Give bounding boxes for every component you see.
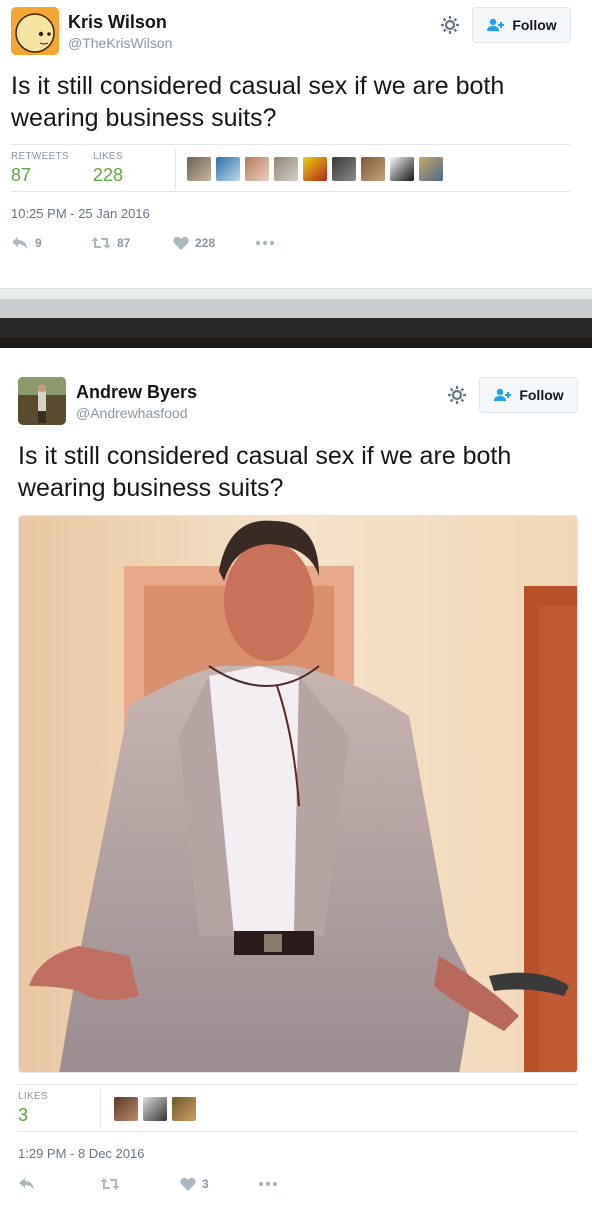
gear-icon[interactable] xyxy=(440,15,460,35)
follow-button[interactable]: Follow xyxy=(472,7,571,43)
username[interactable]: @Andrewhasfood xyxy=(76,405,188,421)
reply-button[interactable]: 9 xyxy=(11,236,91,250)
retweet-icon xyxy=(100,1178,120,1190)
like-button[interactable]: 3 xyxy=(180,1177,258,1191)
follow-label: Follow xyxy=(519,387,564,403)
likes-value: 228 xyxy=(93,165,124,185)
retweet-button[interactable]: 87 xyxy=(91,236,173,250)
seam-dark-band-bottom xyxy=(0,338,592,348)
liker-avatar[interactable] xyxy=(361,157,385,181)
tweet-text: Is it still considered casual sex if we … xyxy=(11,72,505,132)
gear-icon[interactable] xyxy=(447,385,467,405)
liker-avatar[interactable] xyxy=(245,157,269,181)
like-count: 228 xyxy=(195,236,216,250)
more-button[interactable] xyxy=(258,1181,278,1187)
liker-avatar[interactable] xyxy=(419,157,443,181)
reply-icon xyxy=(19,1178,34,1190)
more-icon xyxy=(258,1181,278,1187)
liker-avatar[interactable] xyxy=(216,157,240,181)
liker-avatar[interactable] xyxy=(187,157,211,181)
reply-count: 9 xyxy=(35,236,42,250)
timestamp[interactable]: 10:25 PM - 25 Jan 2016 xyxy=(11,206,150,221)
display-name[interactable]: Kris Wilson xyxy=(68,12,167,33)
retweet-button[interactable] xyxy=(100,1177,180,1191)
retweets-value: 87 xyxy=(11,165,32,185)
timestamp[interactable]: 1:29 PM - 8 Dec 2016 xyxy=(18,1146,144,1161)
likes-value: 3 xyxy=(18,1105,29,1125)
avatar[interactable] xyxy=(11,7,59,55)
liker-avatar[interactable] xyxy=(303,157,327,181)
liker-avatars xyxy=(187,157,443,181)
liker-avatar[interactable] xyxy=(332,157,356,181)
liker-avatar[interactable] xyxy=(114,1097,138,1121)
tweet-stats: RETWEETS 87 LIKES 228 xyxy=(11,144,571,192)
retweets-label: RETWEETS xyxy=(11,151,69,162)
likes-stat[interactable]: LIKES 3 xyxy=(18,1091,48,1126)
tweet-stats: LIKES 3 xyxy=(18,1084,578,1132)
liker-avatar[interactable] xyxy=(143,1097,167,1121)
more-button[interactable] xyxy=(255,240,275,246)
follow-person-icon xyxy=(494,388,512,401)
seam-light-band xyxy=(0,288,592,299)
retweet-icon xyxy=(91,237,111,249)
follow-person-icon xyxy=(487,18,505,31)
liker-avatar[interactable] xyxy=(172,1097,196,1121)
tweet-actions: 3 xyxy=(18,1177,278,1191)
like-button[interactable]: 228 xyxy=(173,236,255,250)
heart-icon xyxy=(180,1177,196,1191)
reply-button[interactable] xyxy=(18,1177,100,1191)
likes-stat[interactable]: LIKES 228 xyxy=(93,151,123,186)
more-icon xyxy=(255,240,275,246)
screenshot-seam xyxy=(0,288,592,348)
like-count: 3 xyxy=(202,1177,209,1191)
likes-label: LIKES xyxy=(18,1091,48,1102)
tweet-actions: 9 87 228 xyxy=(11,236,275,250)
retweet-count: 87 xyxy=(117,236,131,250)
photo-man-in-suit xyxy=(19,516,577,1072)
tweet-kris-wilson: Kris Wilson @TheKrisWilson Follow Is it … xyxy=(0,0,592,290)
seam-gray-band xyxy=(0,299,592,318)
reply-icon xyxy=(12,237,27,249)
tweet-text: Is it still considered casual sex if we … xyxy=(18,442,512,502)
tweet-photo[interactable] xyxy=(18,515,578,1073)
username[interactable]: @TheKrisWilson xyxy=(68,35,172,51)
retweets-stat[interactable]: RETWEETS 87 xyxy=(11,151,69,186)
avatar[interactable] xyxy=(18,377,66,425)
liker-avatars xyxy=(114,1097,196,1121)
liker-avatar[interactable] xyxy=(390,157,414,181)
stat-divider xyxy=(100,1089,101,1129)
likes-label: LIKES xyxy=(93,151,123,162)
follow-label: Follow xyxy=(512,17,557,33)
heart-icon xyxy=(173,236,189,250)
liker-avatar[interactable] xyxy=(274,157,298,181)
tweet-andrew-byers: Andrew Byers @Andrewhasfood Follow Is it… xyxy=(0,348,592,1205)
display-name[interactable]: Andrew Byers xyxy=(76,382,197,403)
stat-divider xyxy=(175,149,176,189)
follow-button[interactable]: Follow xyxy=(479,377,578,413)
